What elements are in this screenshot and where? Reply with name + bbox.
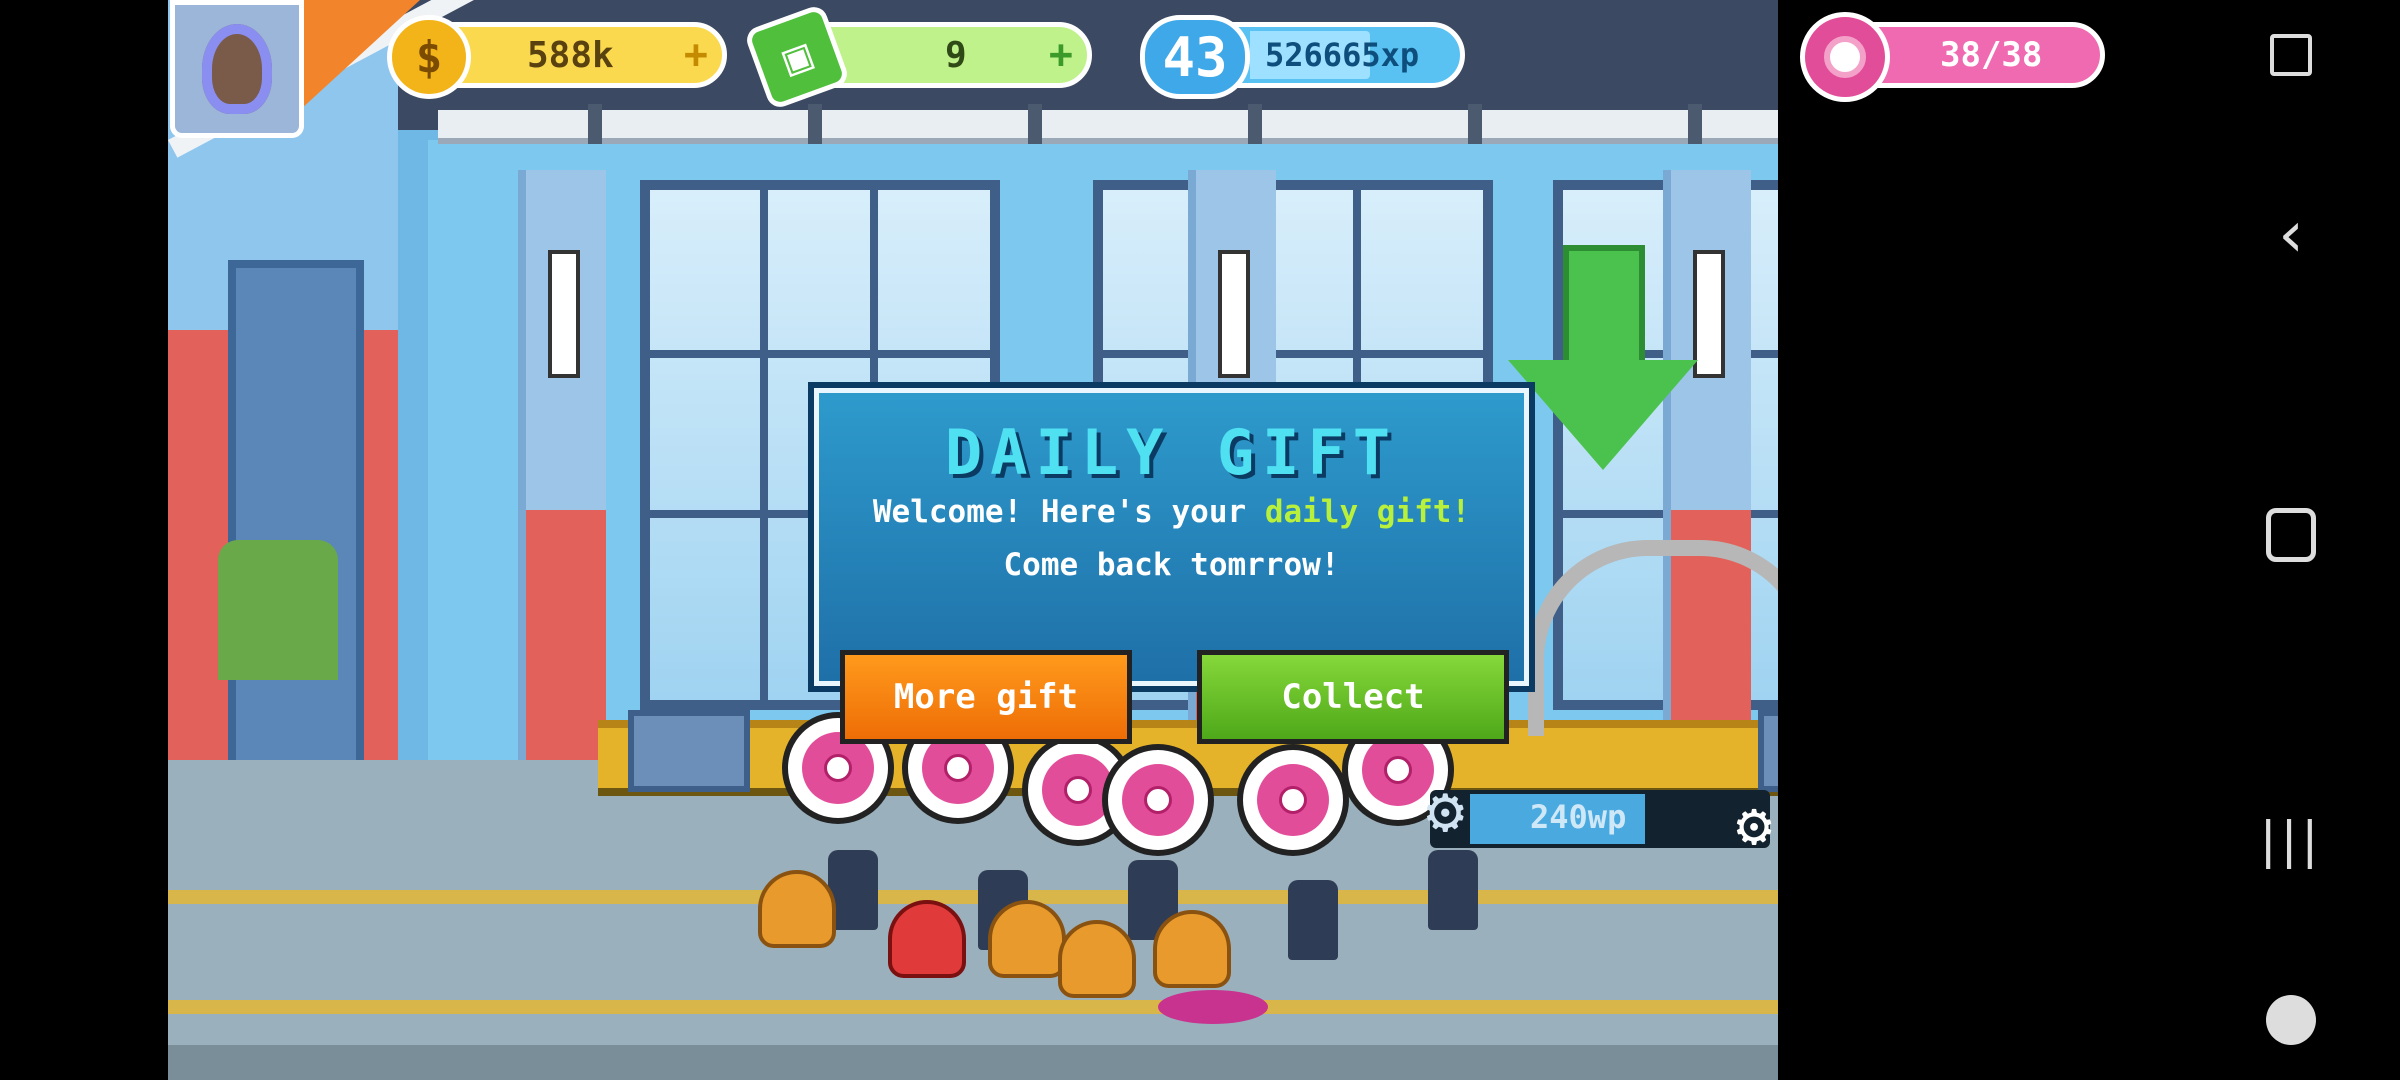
dialog-title: DAILY GIFT [944, 416, 1399, 489]
coins-counter[interactable]: $ 588k + [387, 15, 727, 99]
xp-counter[interactable]: 43 526665xp [1140, 15, 1465, 99]
more-gift-button[interactable]: More gift [840, 650, 1132, 744]
cash-counter[interactable]: ▣ 9 + [743, 3, 1092, 111]
donut-icon[interactable] [1108, 750, 1208, 850]
dialog-message-highlight: daily gift! [1264, 494, 1471, 530]
donut-pile [1158, 990, 1268, 1024]
recent-apps-icon[interactable]: ||| [2260, 811, 2319, 869]
wall-pillar [518, 170, 606, 760]
dialog-message: Welcome! Here's your daily gift! [854, 495, 1489, 529]
worker-power-value: 240wp [1530, 798, 1627, 836]
add-coins-button[interactable]: + [684, 32, 708, 78]
dialog-message-end: Come back tomrrow! [1003, 547, 1340, 583]
worker-power-badge[interactable]: ⚙ 240wp [1426, 774, 1770, 848]
dialog-message-start: Welcome! Here's your [872, 494, 1265, 530]
home-icon[interactable] [2266, 508, 2316, 562]
add-cash-button[interactable]: + [1049, 32, 1073, 78]
player-avatar[interactable] [170, 0, 304, 138]
gear-icon[interactable]: ⚙ [1736, 790, 1772, 860]
bell-icon [988, 900, 1066, 978]
avatar-blob [202, 24, 272, 114]
coin-icon: $ [387, 15, 471, 99]
collect-button[interactable]: Collect [1197, 650, 1509, 744]
xp-value: 526665xp [1265, 36, 1420, 74]
bell-icon [1058, 920, 1136, 998]
game-tools-icon[interactable] [2266, 995, 2316, 1045]
floor-edge [168, 1045, 1778, 1080]
donut-icon[interactable] [1243, 750, 1343, 850]
android-nav-bar: ‹ ||| [2178, 0, 2400, 1080]
conveyor-cart [628, 710, 750, 792]
back-icon[interactable]: ‹ [2266, 198, 2316, 272]
bell-icon [758, 870, 836, 948]
cash-value: 9 [945, 34, 967, 76]
daily-gift-dialog: DAILY GIFT Welcome! Here's your daily gi… [808, 382, 1535, 692]
bush [218, 540, 338, 680]
worker[interactable] [1288, 880, 1338, 960]
screenshot-icon[interactable] [2266, 30, 2316, 80]
xp-star-icon: 43 [1140, 15, 1250, 99]
bell-icon [888, 900, 966, 978]
green-arrow-head [1508, 360, 1698, 470]
gear-icon: ⚙ [1426, 774, 1465, 848]
donut-capacity-counter[interactable]: 38/38 [1800, 12, 2105, 102]
donut-capacity-value: 38/38 [1940, 35, 2043, 75]
ceiling-beam [438, 104, 1778, 144]
bell-icon [1153, 910, 1231, 988]
worker[interactable] [1428, 850, 1478, 930]
donut-icon [1800, 12, 1890, 102]
coins-value: 588k [527, 34, 614, 76]
level-value: 43 [1162, 25, 1228, 89]
